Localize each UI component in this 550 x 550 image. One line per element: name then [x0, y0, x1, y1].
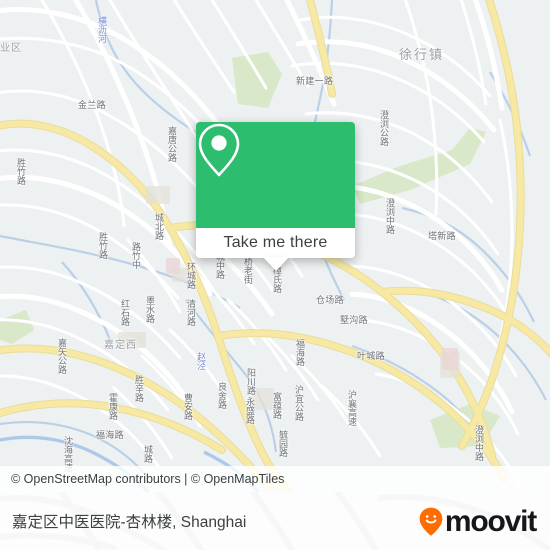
- map-canvas[interactable]: 业区 横沥河 金兰路 胜竹路 嘉唐公路 新建一路 徐行镇 澄浏公路 城北路 胜竹路 路竹中 红石路 墨水…: [0, 0, 550, 492]
- page-title: 嘉定区中医医院-杏林楼, Shanghai: [12, 514, 247, 531]
- moovit-logo[interactable]: moovit: [419, 504, 550, 538]
- map-pin-icon: [198, 123, 240, 177]
- moovit-smiley-pin-icon: [419, 507, 443, 535]
- callout-pointer-tail: [262, 257, 289, 271]
- moovit-wordmark: moovit: [444, 504, 537, 538]
- page-footer: 嘉定区中医医院-杏林楼, Shanghai moovit: [0, 492, 550, 550]
- take-me-there-callout[interactable]: Take me there: [196, 122, 355, 271]
- callout-action-area[interactable]: Take me there: [196, 228, 355, 271]
- moovit-map-page: 业区 横沥河 金兰路 胜竹路 嘉唐公路 新建一路 徐行镇 澄浏公路 城北路 胜竹路 路竹中 红石路 墨水…: [0, 0, 550, 550]
- callout-icon-area: [196, 122, 355, 228]
- attribution-text[interactable]: © OpenStreetMap contributors | © OpenMap…: [0, 472, 284, 486]
- map-attribution-bar: © OpenStreetMap contributors | © OpenMap…: [0, 466, 550, 492]
- take-me-there-label: Take me there: [223, 234, 328, 251]
